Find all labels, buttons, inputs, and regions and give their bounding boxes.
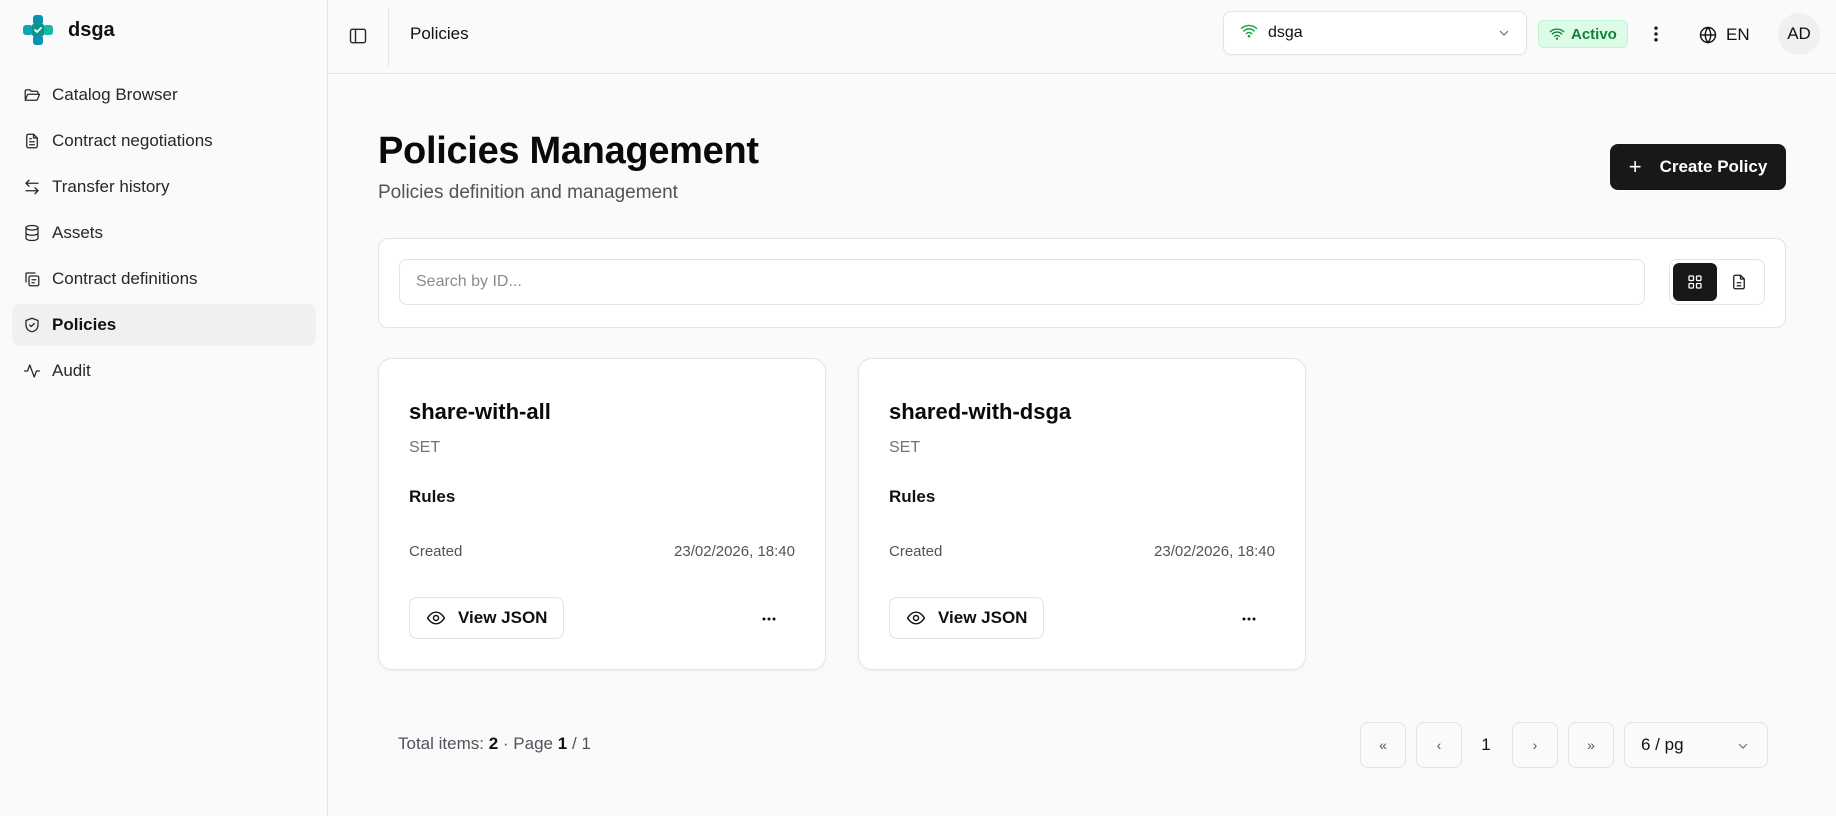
sidebar-toggle-button[interactable] (342, 20, 374, 52)
copy-contract-icon (22, 269, 42, 289)
sidebar-item-label: Catalog Browser (52, 85, 178, 104)
first-page-button[interactable]: « (1360, 722, 1406, 768)
sidebar-item-assets[interactable]: Assets (12, 212, 316, 254)
sidebar-item-label: Contract negotiations (52, 131, 213, 150)
arrows-left-right-icon (22, 177, 42, 197)
plus-icon: + (1628, 154, 1642, 179)
search-input[interactable] (399, 259, 1645, 305)
main-content: Policies Management Policies definition … (328, 74, 1836, 816)
policy-card-created-value: 23/02/2026, 18:40 (674, 543, 795, 560)
database-icon (22, 223, 42, 243)
sidebar-item-contract-negotiations[interactable]: Contract negotiations (12, 120, 316, 162)
grid-view-button[interactable] (1673, 263, 1717, 301)
page-size-value: 6 / pg (1641, 735, 1684, 754)
sidebar-item-audit[interactable]: Audit (12, 350, 316, 392)
page-label: · Page (502, 734, 554, 753)
card-more-button[interactable] (1237, 607, 1261, 631)
chevron-down-icon (1738, 743, 1748, 749)
policy-card-type: SET (409, 439, 441, 456)
shield-check-icon (22, 315, 42, 335)
document-icon (22, 131, 42, 151)
sidebar-item-label: Audit (52, 361, 91, 380)
policy-card-title: shared-with-dsga (889, 399, 1072, 424)
policy-card-rules-label: Rules (889, 487, 936, 506)
view-json-button[interactable]: View JSON (409, 597, 565, 639)
document-icon (1733, 274, 1745, 290)
status-badge-label: Activo (1571, 25, 1617, 43)
page-subtitle: Policies definition and management (378, 182, 678, 203)
search-panel (378, 238, 1786, 328)
sidebar-item-transfer-history[interactable]: Transfer history (12, 166, 316, 208)
sidebar-item-contract-definitions[interactable]: Contract definitions (12, 258, 316, 300)
current-page: 1 (557, 734, 568, 753)
globe-icon (1699, 26, 1717, 44)
total-items-count: 2 (488, 734, 499, 753)
language-button[interactable]: EN (1698, 20, 1750, 50)
avatar[interactable]: AD (1778, 13, 1820, 55)
view-json-button[interactable]: View JSON (889, 597, 1045, 639)
folder-open-icon (22, 85, 42, 105)
topbar-divider (388, 8, 389, 66)
activity-icon (22, 361, 42, 381)
more-vertical-icon (1654, 26, 1658, 42)
policy-card: shared-with-dsga SET Rules Created 23/02… (858, 358, 1306, 670)
more-horizontal-icon (762, 617, 776, 621)
page-count: / 1 (571, 734, 591, 753)
sidebar-item-label: Transfer history (52, 177, 170, 196)
wifi-icon (1549, 28, 1565, 40)
sidebar-item-label: Policies (52, 315, 117, 334)
sidebar: dsga Catalog Browser Contract negotiatio… (12, 0, 328, 816)
more-options-button[interactable] (1646, 18, 1666, 50)
wifi-icon (1240, 22, 1258, 45)
prev-page-button[interactable]: ‹ (1416, 722, 1462, 768)
create-policy-button[interactable]: + Create Policy (1610, 144, 1786, 190)
eye-icon (906, 611, 926, 625)
connector-select-value: dsga (1268, 24, 1303, 41)
sidebar-item-label: Assets (52, 223, 104, 242)
policy-card: share-with-all SET Rules Created 23/02/2… (378, 358, 826, 670)
status-badge: Activo (1538, 20, 1628, 48)
sidebar-item-label: Contract definitions (52, 269, 198, 288)
policy-card-created-label: Created (409, 543, 463, 560)
total-items-label: Total items: (398, 734, 484, 753)
app-name: dsga (68, 18, 115, 41)
policy-card-rules-label: Rules (409, 487, 456, 506)
app-logo-icon (23, 15, 53, 45)
panel-left-icon (349, 28, 367, 44)
create-policy-label: Create Policy (1659, 157, 1768, 176)
page-size-select[interactable]: 6 / pg (1624, 722, 1768, 768)
language-label: EN (1726, 25, 1750, 44)
topbar: Policies dsga Activo EN AD (328, 0, 1836, 74)
more-horizontal-icon (1242, 617, 1256, 621)
policy-card-created-value: 23/02/2026, 18:40 (1154, 543, 1275, 560)
list-view-button[interactable] (1717, 263, 1761, 301)
view-json-label: View JSON (458, 608, 548, 627)
grid-icon (1688, 275, 1702, 289)
chevron-down-icon (1496, 25, 1512, 46)
policy-card-type: SET (889, 439, 921, 456)
page-number-button[interactable]: 1 (1466, 722, 1506, 768)
eye-icon (426, 611, 446, 625)
next-page-button[interactable]: › (1512, 722, 1558, 768)
brand[interactable]: dsga (22, 14, 115, 46)
pagination-info: Total items: 2 · Page 1 / 1 (398, 734, 591, 754)
connector-select[interactable]: dsga (1223, 11, 1527, 55)
card-more-button[interactable] (757, 607, 781, 631)
last-page-button[interactable]: » (1568, 722, 1614, 768)
sidebar-nav: Catalog Browser Contract negotiations Tr… (12, 74, 316, 396)
view-mode-toggle (1669, 259, 1765, 305)
policy-card-title: share-with-all (409, 399, 551, 424)
policy-card-created-label: Created (889, 543, 943, 560)
page-title: Policies Management (378, 130, 759, 172)
view-json-label: View JSON (938, 608, 1028, 627)
sidebar-item-policies[interactable]: Policies (12, 304, 316, 346)
topbar-title: Policies (410, 24, 469, 43)
sidebar-item-catalog-browser[interactable]: Catalog Browser (12, 74, 316, 116)
